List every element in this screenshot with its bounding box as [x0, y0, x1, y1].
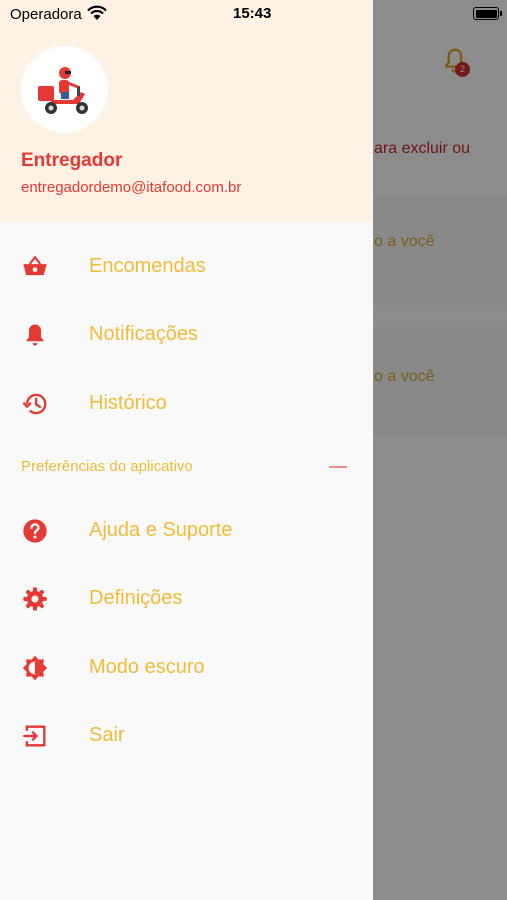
menu-label: Sair — [89, 724, 125, 746]
wifi-icon — [87, 5, 107, 20]
bell-icon — [26, 324, 44, 346]
menu-item-encomendas[interactable]: Encomendas — [0, 238, 373, 298]
menu-label: Modo escuro — [89, 656, 205, 678]
user-name: Entregador — [21, 150, 123, 171]
gear-icon — [23, 587, 47, 611]
menu-label: Ajuda e Suporte — [89, 519, 233, 541]
menu-label: Notificações — [89, 323, 198, 345]
user-email: entregadordemo@itafood.com.br — [21, 179, 242, 196]
menu-item-definicoes[interactable]: Definições — [0, 570, 373, 630]
menu-item-notificacoes[interactable]: Notificações — [0, 306, 373, 366]
menu-item-sair[interactable]: Sair — [0, 707, 373, 767]
basket-icon — [23, 256, 47, 276]
battery-tip — [500, 11, 502, 16]
navigation-drawer: Entregador entregadordemo@itafood.com.br… — [0, 0, 373, 900]
menu-item-modo-escuro[interactable]: Modo escuro — [0, 639, 373, 699]
history-icon — [22, 393, 47, 415]
menu-label: Encomendas — [89, 255, 206, 277]
help-icon — [23, 519, 47, 543]
clock: 15:43 — [233, 5, 272, 22]
collapse-section-button[interactable] — [326, 457, 350, 477]
logout-icon — [23, 725, 46, 747]
menu-item-historico[interactable]: Histórico — [0, 375, 373, 435]
carrier-label: Operadora — [10, 6, 82, 23]
brightness-icon — [22, 655, 48, 681]
scooter-rider-icon — [38, 67, 88, 114]
menu-item-ajuda-suporte[interactable]: Ajuda e Suporte — [0, 502, 373, 562]
menu-label: Histórico — [89, 392, 167, 414]
drawer-header: Entregador entregadordemo@itafood.com.br — [0, 0, 373, 222]
minus-icon — [329, 466, 347, 468]
menu-label: Definições — [89, 587, 183, 609]
section-title-preferences: Preferências do aplicativo — [21, 458, 193, 475]
status-bar: Operadora 15:43 — [0, 0, 507, 28]
battery-icon — [473, 7, 499, 20]
avatar[interactable] — [21, 46, 108, 133]
